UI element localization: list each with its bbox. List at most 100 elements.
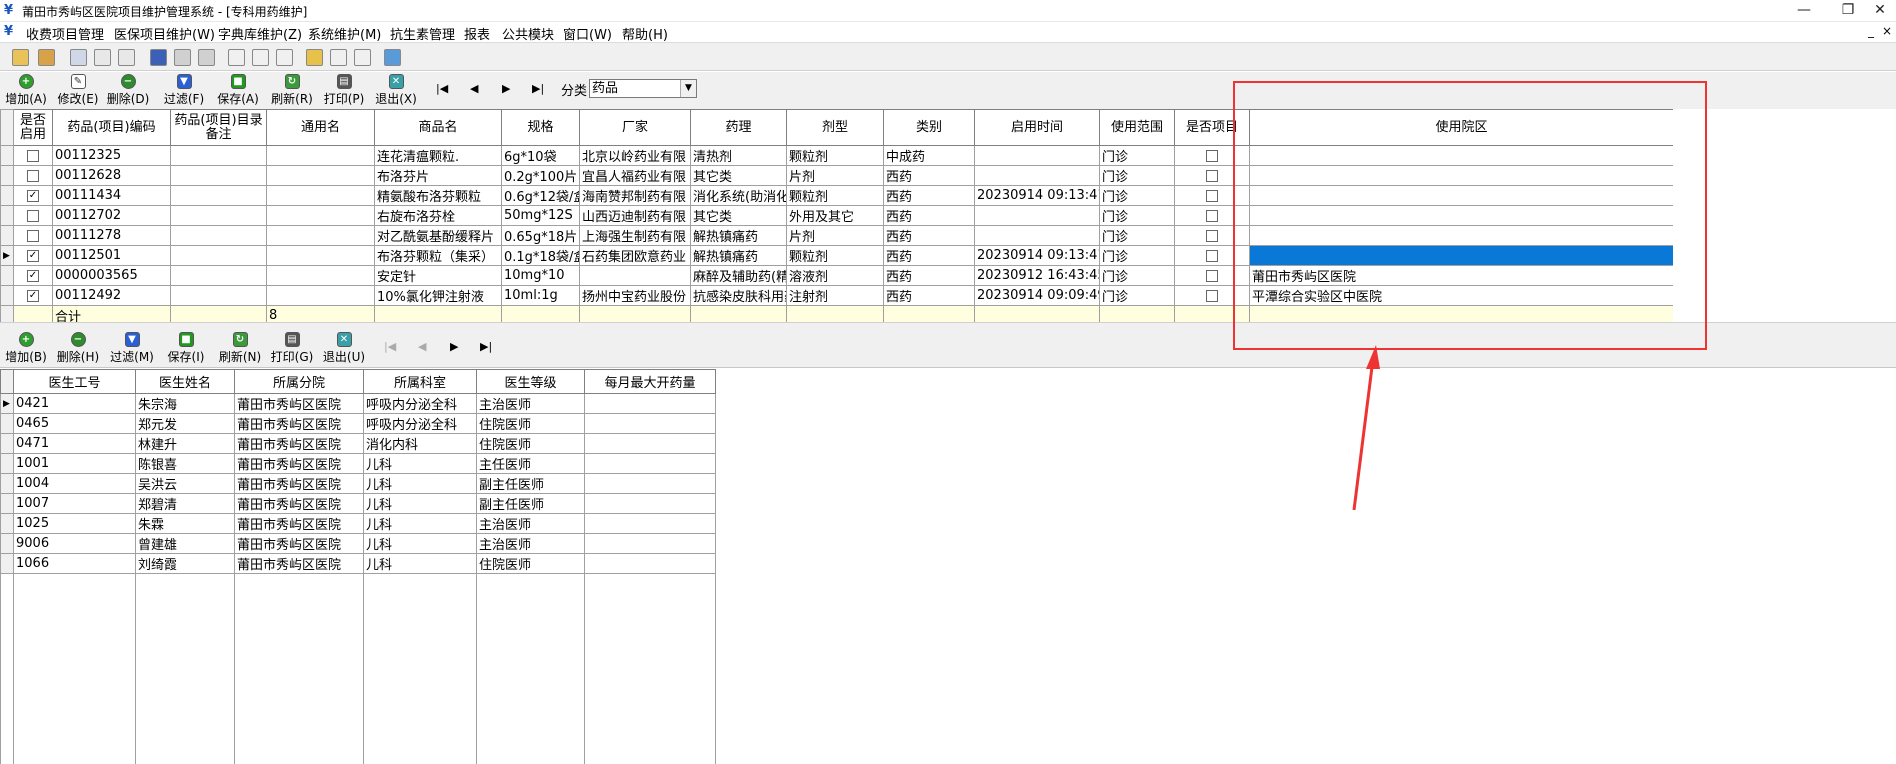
doctor-cell[interactable]: 林建升 (135, 433, 235, 454)
doctor-cell[interactable]: 0421 (13, 393, 136, 414)
row-indicator[interactable] (0, 453, 14, 474)
cell-time[interactable] (974, 165, 1100, 186)
cell-trade[interactable]: 对乙酰氨基酚缓释片 (374, 225, 502, 246)
doctor-cell[interactable]: 莆田市秀屿区医院 (234, 553, 364, 574)
row-indicator[interactable]: ▶ (0, 245, 14, 266)
row-indicator[interactable] (0, 165, 14, 186)
cell-enabled[interactable]: ✓ (13, 285, 53, 306)
col-enabled[interactable]: 是否启用 (13, 109, 53, 146)
is-item-checkbox[interactable] (1206, 249, 1218, 262)
col-form[interactable]: 剂型 (786, 109, 884, 146)
cell-code[interactable]: 00111278 (52, 225, 171, 246)
table-row[interactable]: 1007 郑碧清 莆田市秀屿区医院 儿科 副主任医师 (0, 493, 716, 514)
menu-help[interactable]: 帮助(H) (622, 24, 668, 43)
doctor-cell[interactable]: 1066 (13, 553, 136, 574)
cell-pharm[interactable]: 清热剂 (690, 145, 787, 166)
doctor-cell[interactable] (584, 413, 716, 434)
doctor-exit-button[interactable]: ✕ 退出(U) (322, 332, 366, 366)
table-icon[interactable] (118, 49, 135, 66)
delete-button[interactable]: − 删除(D) (106, 74, 150, 108)
cell-trade[interactable]: 10%氯化钾注射液 (374, 285, 502, 306)
cell-time[interactable]: 20230914 09:13:41 (974, 245, 1100, 266)
cell-code[interactable]: 00112702 (52, 205, 171, 226)
row-indicator[interactable] (0, 265, 14, 286)
col-spec[interactable]: 规格 (501, 109, 580, 146)
menu-report[interactable]: 报表 (464, 24, 490, 43)
doctor-cell[interactable]: 呼吸内分泌全科 (363, 393, 477, 414)
doctor-cell[interactable]: 吴洪云 (135, 473, 235, 494)
cell-maker[interactable]: 宜昌人福药业有限 (579, 165, 691, 186)
cell-code[interactable]: 00112492 (52, 285, 171, 306)
cell-remark[interactable] (170, 205, 267, 226)
doctor-refresh-button[interactable]: ↻ 刷新(N) (218, 332, 262, 366)
is-item-checkbox[interactable] (1206, 149, 1218, 162)
cell-remark[interactable] (170, 245, 267, 266)
cell-scope[interactable]: 门诊 (1099, 225, 1175, 246)
cell-trade[interactable]: 布洛芬颗粒（集采） (374, 245, 502, 266)
doctor-nav-next-icon[interactable]: ▶ (450, 340, 458, 353)
report-icon[interactable] (198, 49, 215, 66)
doctor-nav-last-icon[interactable]: ▶| (480, 340, 492, 353)
doctor-cell[interactable]: 莆田市秀屿区医院 (234, 393, 364, 414)
enabled-checkbox[interactable] (27, 209, 39, 222)
cell-remark[interactable] (170, 165, 267, 186)
cell-enabled[interactable]: ✓ (13, 245, 53, 266)
cell-remark[interactable] (170, 225, 267, 246)
cell-generic[interactable] (266, 185, 375, 206)
doctor-cell[interactable] (584, 453, 716, 474)
save-button[interactable]: ■ 保存(A) (216, 74, 260, 108)
col-maker[interactable]: 厂家 (579, 109, 691, 146)
table-row[interactable]: 0471 林建升 莆田市秀屿区医院 消化内科 住院医师 (0, 433, 716, 454)
cell-remark[interactable] (170, 285, 267, 306)
open-small-icon[interactable] (38, 49, 55, 66)
doctor-cell[interactable]: 莆田市秀屿区医院 (234, 473, 364, 494)
key-icon[interactable] (306, 49, 323, 66)
doctor-cell[interactable]: 副主任医师 (476, 473, 585, 494)
cell-spec[interactable]: 0.2g*100片 (501, 165, 580, 186)
table-row[interactable]: 9006 曾建雄 莆田市秀屿区医院 儿科 主治医师 (0, 533, 716, 554)
mdi-close-icon[interactable]: × (1882, 24, 1892, 38)
doctor-cell[interactable] (584, 473, 716, 494)
font-icon[interactable] (276, 49, 293, 66)
minimize-icon[interactable]: — (1784, 0, 1824, 22)
cell-cls[interactable]: 西药 (883, 165, 975, 186)
cell-maker[interactable]: 山西迈迪制药有限 (579, 205, 691, 226)
cell-scope[interactable]: 门诊 (1099, 285, 1175, 306)
table-row[interactable]: 1025 朱霖 莆田市秀屿区医院 儿科 主治医师 (0, 513, 716, 534)
doctor-cell[interactable]: 主治医师 (476, 533, 585, 554)
doctor-cell[interactable]: 郑碧清 (135, 493, 235, 514)
edit-button[interactable]: ✎ 修改(E) (56, 74, 100, 108)
doctor-cell[interactable]: 莆田市秀屿区医院 (234, 453, 364, 474)
doctor-add-button[interactable]: + 增加(B) (4, 332, 48, 366)
doctor-cell[interactable]: 儿科 (363, 493, 477, 514)
cell-cls[interactable]: 西药 (883, 225, 975, 246)
delete-small-icon[interactable] (150, 49, 167, 66)
is-item-checkbox[interactable] (1206, 269, 1218, 282)
col-max-qty[interactable]: 每月最大开药量 (584, 369, 716, 394)
add-button[interactable]: + 增加(A) (4, 74, 48, 108)
doctor-cell[interactable] (584, 393, 716, 414)
cell-time[interactable]: 20230914 09:13:41 (974, 185, 1100, 206)
cell-time[interactable]: 20230912 16:43:45 (974, 265, 1100, 286)
doctor-cell[interactable]: 9006 (13, 533, 136, 554)
list-icon[interactable] (174, 49, 191, 66)
logout-icon[interactable] (384, 49, 401, 66)
cell-scope[interactable]: 门诊 (1099, 205, 1175, 226)
cell-pharm[interactable]: 麻醉及辅助药(精神) (690, 265, 787, 286)
enabled-checkbox[interactable]: ✓ (27, 289, 39, 302)
doctor-cell[interactable]: 儿科 (363, 533, 477, 554)
edit-icon[interactable] (252, 49, 269, 66)
doctor-cell[interactable]: 1004 (13, 473, 136, 494)
row-indicator[interactable] (0, 533, 14, 554)
nav-prev-icon[interactable]: ◀ (470, 82, 478, 95)
col-code[interactable]: 药品(项目)编码 (52, 109, 171, 146)
cell-spec[interactable]: 0.65g*18片 (501, 225, 580, 246)
row-indicator[interactable] (0, 285, 14, 306)
mdi-minimize-icon[interactable]: _ (1868, 24, 1874, 38)
cell-scope[interactable]: 门诊 (1099, 145, 1175, 166)
doctor-cell[interactable] (584, 553, 716, 574)
menu-window[interactable]: 窗口(W) (563, 24, 612, 43)
row-indicator[interactable] (0, 553, 14, 574)
col-level[interactable]: 医生等级 (476, 369, 585, 394)
cell-cls[interactable]: 西药 (883, 205, 975, 226)
